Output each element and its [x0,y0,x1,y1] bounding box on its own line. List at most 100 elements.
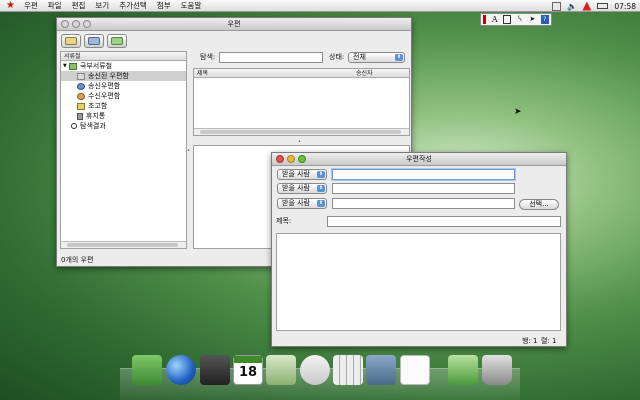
menu-help[interactable]: 도움말 [181,0,202,11]
input-method-palette: A ᓵ ➤ ? [480,13,552,26]
tree-item-search-results[interactable]: 탐색결과 [61,121,186,131]
chevron-updown-icon: ⬍ [395,54,403,61]
tree-item-inbox[interactable]: 수신우편함 [61,91,186,101]
search-label: 탐색: [200,53,216,61]
trash-icon [77,112,83,120]
tree-item-label: 탐색결과 [80,122,106,130]
tree-item-trash[interactable]: 휴지통 [61,111,186,121]
search-input[interactable] [219,52,323,63]
recipient-field-3[interactable] [332,198,515,209]
line-status: 행: 1 [522,337,538,345]
close-button[interactable] [276,155,284,163]
folder-tree-header[interactable]: 서류철 [61,52,186,61]
column-sender[interactable]: 송신자 [356,69,373,78]
alert-icon[interactable] [582,1,592,11]
ime-hanja-icon[interactable]: ᓵ [516,15,524,24]
close-button[interactable] [61,20,69,28]
tree-item-label: 휴지통 [86,112,106,120]
receive-icon [88,37,100,45]
mail-status: 0개의 우편 [61,256,94,264]
search-icon [71,123,77,129]
battery-icon[interactable] [597,3,609,9]
tree-item-outbox[interactable]: 송신우편함 [61,81,186,91]
send-mail-button[interactable] [107,34,127,48]
image-viewer-icon[interactable] [300,355,330,385]
message-body[interactable] [276,233,561,331]
star-logo-icon[interactable]: ★ [6,0,15,12]
clock[interactable]: 07:58 [614,2,636,11]
scroll-thumb[interactable] [200,130,401,134]
disclosure-triangle-icon[interactable]: ▼ [63,61,67,71]
system-tray: 🔈 07:58 [552,0,636,12]
subject-label: 제목: [276,217,292,225]
tree-item-drafts[interactable]: 초고함 [61,101,186,111]
inbox-icon [77,92,85,100]
calendar-day: 18 [238,365,258,380]
tools-icon[interactable] [366,355,396,385]
folder-tree: 서류철 ▼ 국부서류철 송신된 우편함 송신우편함 수신우편함 초고함 휴지통 [60,51,187,249]
recipient-field-2[interactable] [332,183,515,194]
system-icon[interactable] [448,355,478,385]
recipient-type-select-3[interactable]: 받을 사람 ⬍ [277,198,327,209]
menu-extra[interactable]: 추가선택 [119,0,147,11]
zoom-button[interactable] [83,20,91,28]
ime-arrow-icon[interactable]: ➤ [528,15,536,24]
menu-attach[interactable]: 첨부 [157,0,171,11]
contacts-icon[interactable] [266,355,296,385]
menu-view[interactable]: 보기 [95,0,109,11]
mail-window-title: 우편 [227,20,241,28]
scroll-thumb[interactable] [67,243,178,247]
receive-mail-button[interactable] [84,34,104,48]
mail-icon[interactable] [400,355,430,385]
tree-item-label: 송신우편함 [88,82,121,90]
menu-edit[interactable]: 편집 [72,0,86,11]
vertical-splitter-handle[interactable]: • [187,148,190,154]
video-icon[interactable] [200,355,230,385]
list-horizontal-scrollbar[interactable] [194,128,409,135]
address-book-icon[interactable] [132,355,162,385]
compose-window-titlebar[interactable]: 우편작성 [272,153,566,166]
compose-window: 우편작성 받을 사람 ⬍ 받을 사람 ⬍ 받을 사람 ⬍ 선택... 제목: 행… [271,152,567,347]
minimize-button[interactable] [287,155,295,163]
recipient-type-select-2[interactable]: 받을 사람 ⬍ [277,183,327,194]
ime-help-icon[interactable]: ? [540,15,549,24]
tree-item-label: 초고함 [88,102,108,110]
send-icon [111,37,123,45]
trash-icon[interactable] [482,355,512,385]
compose-icon [65,37,77,45]
keyboard-icon[interactable] [552,1,562,11]
zoom-button[interactable] [298,155,306,163]
new-mail-button[interactable] [61,34,81,48]
recipient-type-select-1[interactable]: 받을 사람 ⬍ [277,169,327,180]
drafts-icon [77,102,85,110]
calculator-icon[interactable] [333,355,363,385]
recipient-type-label: 받을 사람 [282,199,310,207]
message-list: 제목 송신자 [193,68,410,136]
state-select[interactable]: 전체 ⬍ [348,52,405,63]
menu-bar: ★ 우편 파일 편집 보기 추가선택 첨부 도움말 🔈 07:58 [0,0,640,12]
column-status: 렬: 1 [541,337,557,345]
mouse-cursor-icon: ➤ [514,107,522,117]
ime-a-icon[interactable]: A [491,15,499,24]
folder-icon [68,62,77,70]
menu-file[interactable]: 파일 [48,0,62,11]
chevron-updown-icon: ⬍ [317,185,325,192]
subject-field[interactable] [327,216,561,227]
tree-item-sent[interactable]: 송신된 우편함 [61,71,186,81]
ime-red-icon[interactable] [483,15,487,24]
minimize-button[interactable] [72,20,80,28]
tree-item-local-folders[interactable]: ▼ 국부서류철 [61,61,186,71]
calendar-icon[interactable]: 18 [233,355,263,385]
tree-horizontal-scrollbar[interactable] [61,241,186,248]
column-subject[interactable]: 제목 [197,70,208,77]
menu-mail[interactable]: 우편 [24,0,38,11]
volume-icon[interactable]: 🔈 [567,2,577,11]
recipient-field-1[interactable] [332,169,515,180]
mail-window-titlebar[interactable]: 우편 [57,18,411,31]
globe-icon[interactable] [166,355,196,385]
recipient-type-label: 받을 사람 [282,170,310,178]
sent-mail-icon [77,72,85,80]
dock: 18 [120,355,520,400]
ime-layout-icon[interactable] [503,15,512,24]
select-recipients-button[interactable]: 선택... [519,199,559,210]
